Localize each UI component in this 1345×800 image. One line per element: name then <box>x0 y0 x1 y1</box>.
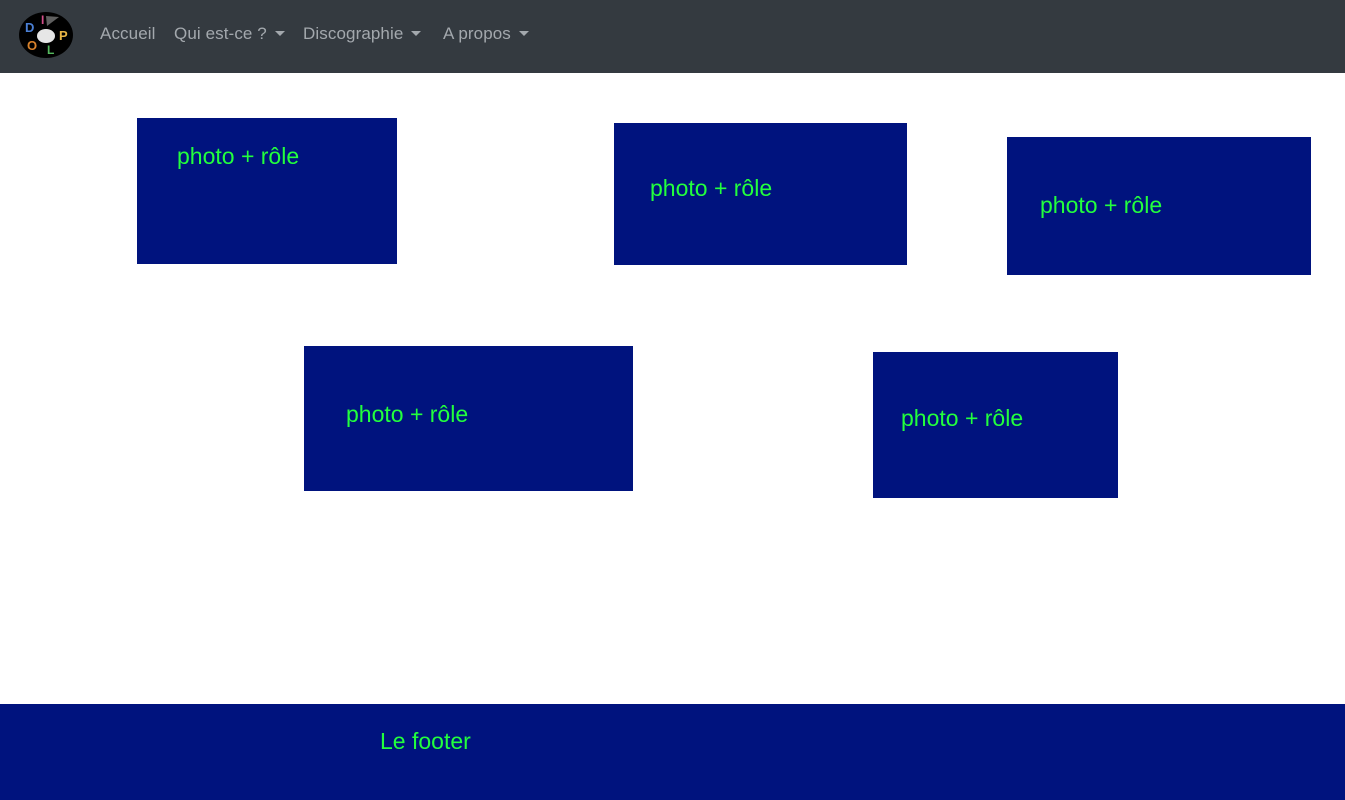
card-label: photo + rôle <box>1040 192 1163 218</box>
member-card: photo + rôle <box>1007 137 1311 275</box>
nav-discographie-dropdown[interactable]: Discographie <box>303 22 422 46</box>
member-card: photo + rôle <box>614 123 907 265</box>
logo-letter: L <box>47 43 54 57</box>
card-label: photo + rôle <box>177 143 300 169</box>
footer-label: Le footer <box>380 728 471 754</box>
caret-down-icon <box>274 31 285 36</box>
nav-accueil[interactable]: Accueil <box>100 22 156 46</box>
logo-letter: P <box>59 28 68 43</box>
member-card: photo + rôle <box>873 352 1118 498</box>
caret-down-icon <box>518 31 529 36</box>
logo-letter: I <box>41 13 44 27</box>
card-label: photo + rôle <box>650 175 773 201</box>
logo-letter: O <box>27 38 37 53</box>
caret-down-icon <box>411 31 422 36</box>
nav-accueil-label: Accueil <box>100 24 156 43</box>
card-label: photo + rôle <box>346 401 469 427</box>
nav-a-propos-label: A propos <box>443 24 511 43</box>
nav-qui-est-ce-label: Qui est-ce ? <box>174 24 267 43</box>
member-card: photo + rôle <box>304 346 633 491</box>
nav-a-propos-dropdown[interactable]: A propos <box>443 22 529 46</box>
logo-letter: D <box>25 20 34 35</box>
member-card: photo + rôle <box>137 118 397 264</box>
nav-discographie-label: Discographie <box>303 24 404 43</box>
card-label: photo + rôle <box>901 405 1024 431</box>
navbar: D I P L O Accueil Qui est-ce ? Discograp… <box>0 0 1345 73</box>
footer: Le footer <box>0 704 1345 800</box>
logo[interactable]: D I P L O <box>18 11 74 59</box>
nav-qui-est-ce-dropdown[interactable]: Qui est-ce ? <box>174 22 285 46</box>
